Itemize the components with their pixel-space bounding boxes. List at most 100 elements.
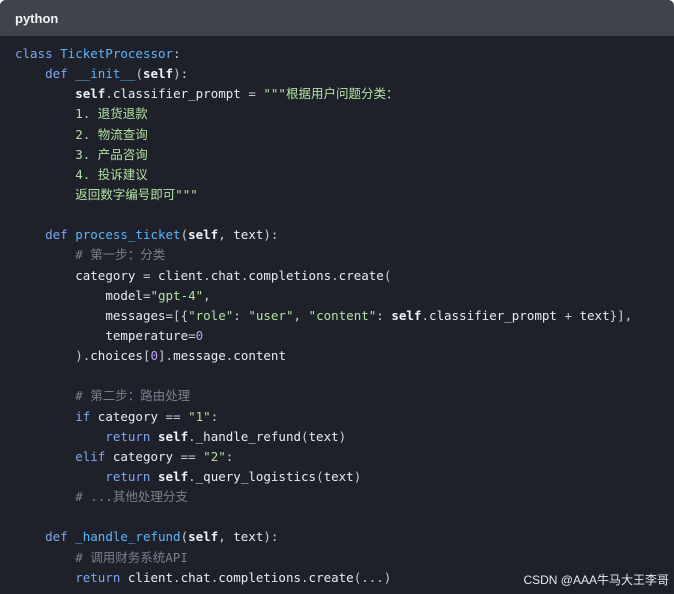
code-token: "gpt-4" bbox=[150, 287, 204, 303]
code-token: text bbox=[233, 529, 264, 545]
code-token: ): bbox=[263, 529, 279, 545]
code-content[interactable]: class TicketProcessor: def __init__(self… bbox=[15, 44, 632, 588]
code-token: , bbox=[203, 287, 211, 303]
code-token: . bbox=[105, 86, 113, 102]
code-token: text bbox=[233, 227, 264, 243]
code-token: # 第一步：分类 bbox=[15, 247, 166, 263]
code-token: . bbox=[301, 569, 309, 585]
code-line: self.classifier_prompt = """根据用户问题分类： bbox=[15, 84, 632, 104]
code-token: . bbox=[203, 267, 211, 283]
code-token: ]. bbox=[158, 348, 174, 364]
code-token: : bbox=[225, 448, 234, 464]
code-token: text bbox=[579, 307, 610, 323]
code-token: chat bbox=[180, 569, 211, 585]
code-line: def process_ticket(self, text): bbox=[15, 225, 632, 245]
code-token: = bbox=[135, 267, 159, 283]
code-line: return self._query_logistics(text) bbox=[15, 467, 632, 487]
code-token: def bbox=[15, 66, 76, 82]
code-token: , bbox=[293, 307, 309, 323]
code-token: = bbox=[188, 327, 196, 343]
code-line: # 第二步：路由处理 bbox=[15, 386, 632, 406]
code-token: temperature bbox=[105, 327, 189, 343]
code-line: 1. 退货退款 bbox=[15, 104, 632, 124]
code-token: . bbox=[331, 267, 339, 283]
code-token: return bbox=[15, 569, 128, 585]
code-token: self bbox=[158, 428, 189, 444]
code-token: classifier_prompt bbox=[428, 307, 557, 323]
code-token: . bbox=[173, 569, 181, 585]
code-token: =[{ bbox=[165, 307, 189, 323]
code-token: if bbox=[15, 408, 98, 424]
code-token: create bbox=[338, 267, 384, 283]
code-block-header: python bbox=[0, 0, 674, 36]
code-token: "user" bbox=[248, 307, 294, 323]
code-token: 1. 退货退款 bbox=[15, 106, 148, 122]
code-token: : bbox=[210, 408, 219, 424]
code-token: category bbox=[97, 408, 159, 424]
code-token: self bbox=[188, 227, 219, 243]
code-token: def bbox=[15, 227, 76, 243]
code-token: # 第二步：路由处理 bbox=[15, 388, 191, 404]
code-token: ): bbox=[173, 66, 189, 82]
code-line: 4. 投诉建议 bbox=[15, 165, 632, 185]
code-token: ( bbox=[383, 267, 392, 283]
code-token: category bbox=[75, 267, 136, 283]
code-token: text bbox=[323, 468, 354, 484]
code-token: , bbox=[218, 529, 234, 545]
code-token: TicketProcessor bbox=[60, 46, 174, 61]
watermark: CSDN @AAA牛马大王李哥 bbox=[521, 571, 671, 588]
code-token: ) bbox=[353, 468, 362, 484]
code-line: messages=[{"role": "user", "content": se… bbox=[15, 306, 632, 326]
code-token: 4. 投诉建议 bbox=[15, 166, 148, 182]
code-token: (...) bbox=[353, 569, 392, 585]
code-line: # 第一步：分类 bbox=[15, 245, 632, 265]
code-line: temperature=0 bbox=[15, 326, 632, 346]
code-block: python class TicketProcessor: def __init… bbox=[0, 0, 674, 594]
code-token: "role" bbox=[188, 307, 234, 323]
code-token: text bbox=[308, 428, 339, 444]
code-line: def _handle_refund(self, text): bbox=[15, 527, 632, 547]
code-token: self bbox=[391, 307, 422, 323]
code-line: return self._handle_refund(text) bbox=[15, 427, 632, 447]
code-token: content bbox=[233, 348, 286, 364]
code-line: class TicketProcessor: bbox=[15, 44, 632, 64]
code-token: self bbox=[142, 66, 174, 82]
code-token: ( bbox=[180, 227, 189, 243]
code-token: self bbox=[75, 86, 106, 102]
code-token: category bbox=[112, 448, 174, 464]
code-token: ): bbox=[263, 227, 279, 243]
code-token: elif bbox=[15, 448, 113, 464]
code-token: . bbox=[188, 468, 196, 484]
code-line: if category == "1": bbox=[15, 407, 632, 427]
code-token: self bbox=[158, 468, 189, 484]
code-token: ( bbox=[180, 529, 189, 545]
code-token: _handle_refund bbox=[195, 428, 301, 444]
code-token: ) bbox=[338, 428, 347, 444]
code-token: ( bbox=[135, 66, 143, 82]
code-token: model bbox=[105, 287, 143, 303]
code-token: class bbox=[15, 46, 61, 61]
code-token: message bbox=[173, 348, 226, 364]
code-token: def bbox=[15, 529, 76, 545]
code-token: classifier_prompt bbox=[112, 86, 241, 102]
code-token: + bbox=[556, 307, 580, 323]
code-token: ). bbox=[15, 348, 91, 364]
code-line: 2. 物流查询 bbox=[15, 125, 632, 145]
code-token: 3. 产品咨询 bbox=[15, 146, 148, 162]
code-token: = bbox=[240, 86, 264, 102]
code-token: _handle_refund bbox=[75, 529, 181, 545]
code-token: 0 bbox=[150, 348, 159, 364]
code-token: return bbox=[15, 468, 158, 484]
code-token: "content" bbox=[308, 307, 377, 323]
code-line: # 调用财务系统API bbox=[15, 548, 632, 568]
code-token: completions bbox=[218, 569, 302, 585]
code-token: == bbox=[173, 448, 204, 464]
code-token: : bbox=[233, 307, 249, 323]
code-line: 3. 产品咨询 bbox=[15, 145, 632, 165]
code-token: """根据用户问题分类： bbox=[263, 86, 399, 102]
